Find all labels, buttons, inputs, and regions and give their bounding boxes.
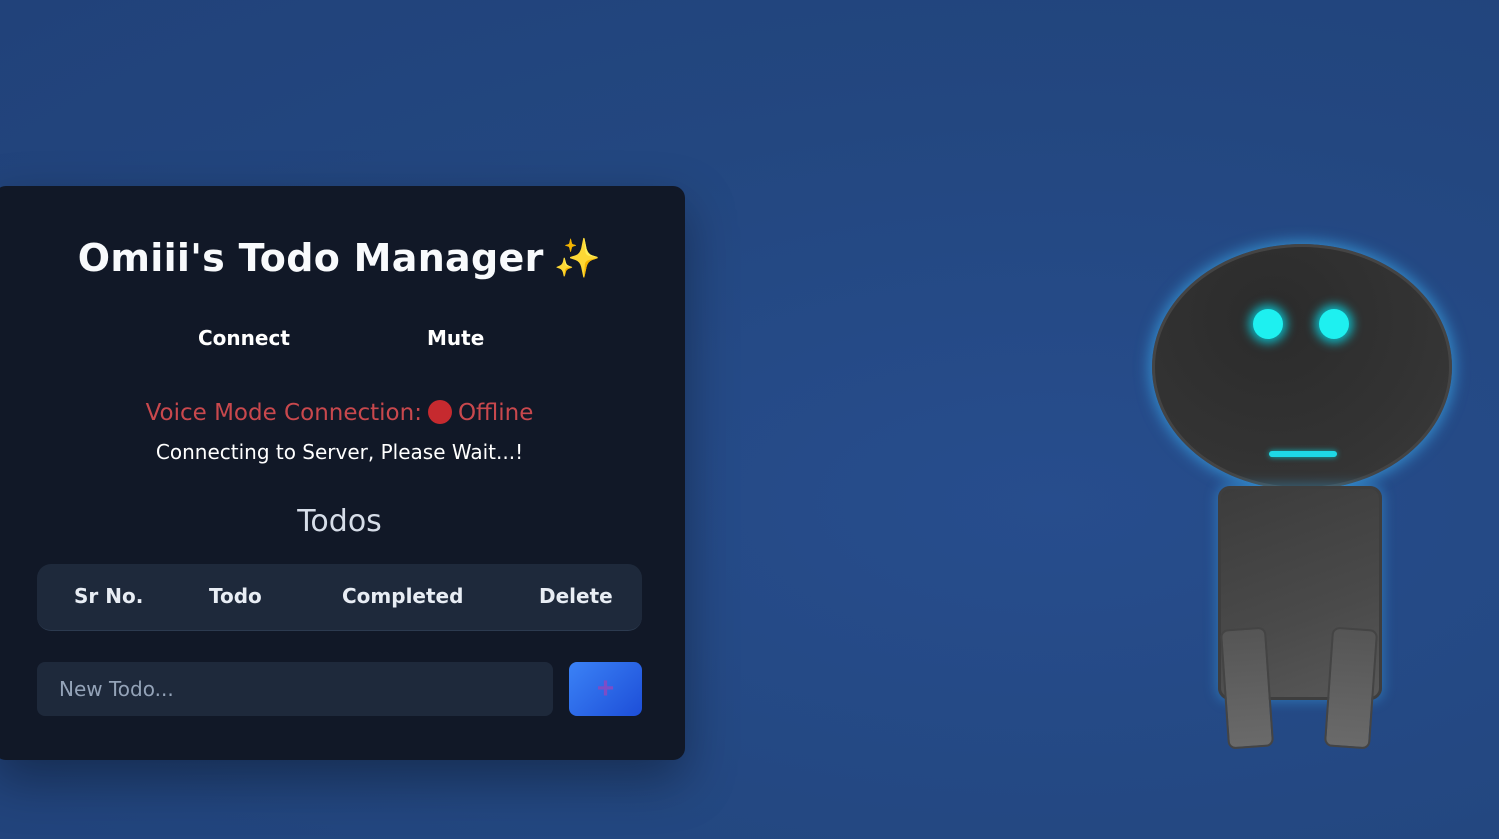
robot-right-arm <box>1323 626 1379 750</box>
todo-card: Omiii's Todo Manager ✨ Connect Mute Voice… <box>0 186 685 760</box>
page-title: Omiii's Todo Manager ✨ <box>0 236 685 281</box>
voice-status-label: Voice Mode Connection: <box>145 400 422 426</box>
mute-button[interactable]: Mute <box>427 326 484 350</box>
server-status-message: Connecting to Server, Please Wait...! <box>155 440 524 464</box>
voice-status: Voice Mode Connection: Offline <box>0 400 685 426</box>
robot-head <box>1152 244 1452 490</box>
robot-mascot <box>1140 236 1460 756</box>
robot-left-arm <box>1219 626 1275 750</box>
plus-icon: + <box>596 672 615 705</box>
app-title: Omiii's Todo Manager <box>77 236 544 280</box>
add-todo-button[interactable]: + <box>569 662 642 716</box>
column-header-completed: Completed <box>342 584 464 608</box>
new-todo-input[interactable] <box>37 662 553 716</box>
column-header-todo: Todo <box>209 584 262 608</box>
robot-mouth <box>1269 451 1337 457</box>
connect-button[interactable]: Connect <box>198 326 290 350</box>
column-header-sr-no: Sr No. <box>74 584 144 608</box>
column-header-delete: Delete <box>539 584 613 608</box>
voice-status-state: Offline <box>457 400 534 426</box>
todo-table-header: Sr No. Todo Completed Delete <box>37 564 642 631</box>
robot-left-eye <box>1253 309 1283 339</box>
status-dot-icon <box>427 400 452 424</box>
todos-heading: Todos <box>297 504 382 539</box>
sparkles-icon: ✨ <box>553 236 602 280</box>
robot-right-eye <box>1319 309 1349 339</box>
